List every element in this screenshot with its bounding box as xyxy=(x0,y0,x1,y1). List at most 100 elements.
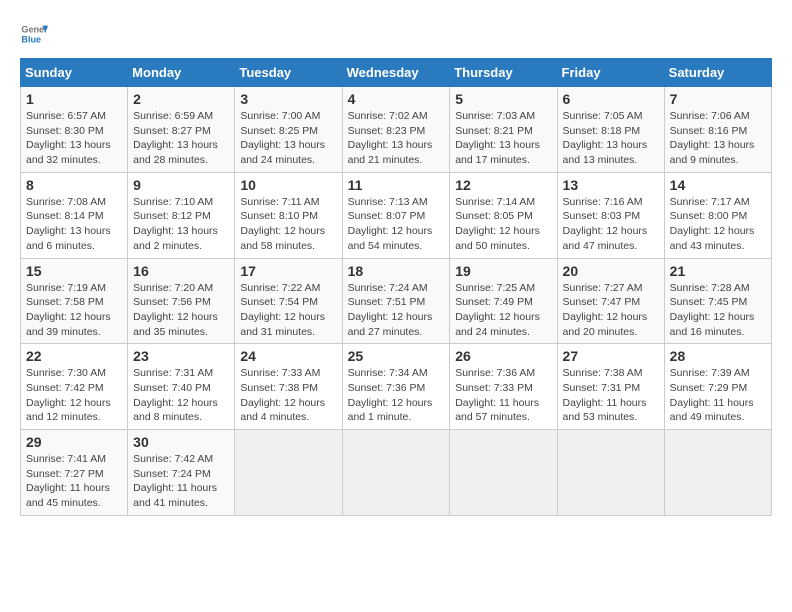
calendar-day-cell: 2Sunrise: 6:59 AMSunset: 8:27 PMDaylight… xyxy=(128,87,235,173)
day-info: Sunrise: 7:33 AMSunset: 7:38 PMDaylight:… xyxy=(240,366,336,425)
calendar-day-cell: 24 Sunrise: 7:33 AMSunset: 7:38 PMDayligh… xyxy=(235,344,342,430)
day-number: 3 xyxy=(240,91,336,107)
calendar-day-cell: 13 Sunrise: 7:16 AMSunset: 8:03 PMDayligh… xyxy=(557,172,664,258)
day-info: Sunrise: 7:41 AMSunset: 7:27 PMDaylight:… xyxy=(26,452,122,511)
calendar-table: SundayMondayTuesdayWednesdayThursdayFrid… xyxy=(20,58,772,516)
day-number: 22 xyxy=(26,348,122,364)
day-of-week-header: Sunday xyxy=(21,59,128,87)
calendar-day-cell: 27 Sunrise: 7:38 AMSunset: 7:31 PMDayligh… xyxy=(557,344,664,430)
day-number: 2 xyxy=(133,91,229,107)
day-number: 18 xyxy=(348,263,445,279)
day-of-week-header: Wednesday xyxy=(342,59,450,87)
calendar-week-row: 22 Sunrise: 7:30 AMSunset: 7:42 PMDayligh… xyxy=(21,344,772,430)
calendar-day-cell: 10 Sunrise: 7:11 AMSunset: 8:10 PMDayligh… xyxy=(235,172,342,258)
day-info: Sunrise: 7:30 AMSunset: 7:42 PMDaylight:… xyxy=(26,366,122,425)
calendar-day-cell: 14 Sunrise: 7:17 AMSunset: 8:00 PMDayligh… xyxy=(664,172,771,258)
day-info: Sunrise: 7:13 AMSunset: 8:07 PMDaylight:… xyxy=(348,195,445,254)
day-number: 21 xyxy=(670,263,766,279)
day-number: 6 xyxy=(563,91,659,107)
day-info: Sunrise: 7:19 AMSunset: 7:58 PMDaylight:… xyxy=(26,281,122,340)
day-of-week-header: Thursday xyxy=(450,59,557,87)
day-number: 4 xyxy=(348,91,445,107)
calendar-day-cell xyxy=(557,430,664,516)
calendar-day-cell: 1Sunrise: 6:57 AMSunset: 8:30 PMDaylight… xyxy=(21,87,128,173)
day-number: 29 xyxy=(26,434,122,450)
day-number: 14 xyxy=(670,177,766,193)
day-info: Sunrise: 7:20 AMSunset: 7:56 PMDaylight:… xyxy=(133,281,229,340)
calendar-day-cell: 29 Sunrise: 7:41 AMSunset: 7:27 PMDayligh… xyxy=(21,430,128,516)
calendar-day-cell xyxy=(342,430,450,516)
calendar-day-cell: 6 Sunrise: 7:05 AMSunset: 8:18 PMDaylight… xyxy=(557,87,664,173)
day-info: Sunrise: 7:06 AMSunset: 8:16 PMDaylight:… xyxy=(670,109,766,168)
day-of-week-header: Friday xyxy=(557,59,664,87)
calendar-day-cell: 11 Sunrise: 7:13 AMSunset: 8:07 PMDayligh… xyxy=(342,172,450,258)
day-info: Sunrise: 7:16 AMSunset: 8:03 PMDaylight:… xyxy=(563,195,659,254)
calendar-week-row: 29 Sunrise: 7:41 AMSunset: 7:27 PMDayligh… xyxy=(21,430,772,516)
calendar-day-cell: 26 Sunrise: 7:36 AMSunset: 7:33 PMDayligh… xyxy=(450,344,557,430)
day-info: Sunrise: 7:34 AMSunset: 7:36 PMDaylight:… xyxy=(348,366,445,425)
calendar-week-row: 8Sunrise: 7:08 AMSunset: 8:14 PMDaylight… xyxy=(21,172,772,258)
day-of-week-header: Saturday xyxy=(664,59,771,87)
calendar-day-cell xyxy=(450,430,557,516)
calendar-day-cell: 16 Sunrise: 7:20 AMSunset: 7:56 PMDayligh… xyxy=(128,258,235,344)
calendar-week-row: 15 Sunrise: 7:19 AMSunset: 7:58 PMDayligh… xyxy=(21,258,772,344)
day-number: 16 xyxy=(133,263,229,279)
page-header: General Blue xyxy=(20,20,772,48)
day-info: Sunrise: 7:25 AMSunset: 7:49 PMDaylight:… xyxy=(455,281,551,340)
day-info: Sunrise: 7:22 AMSunset: 7:54 PMDaylight:… xyxy=(240,281,336,340)
day-info: Sunrise: 7:36 AMSunset: 7:33 PMDaylight:… xyxy=(455,366,551,425)
calendar-week-row: 1Sunrise: 6:57 AMSunset: 8:30 PMDaylight… xyxy=(21,87,772,173)
day-number: 24 xyxy=(240,348,336,364)
day-number: 17 xyxy=(240,263,336,279)
day-number: 30 xyxy=(133,434,229,450)
day-info: Sunrise: 7:05 AMSunset: 8:18 PMDaylight:… xyxy=(563,109,659,168)
calendar-day-cell: 28Sunrise: 7:39 AMSunset: 7:29 PMDayligh… xyxy=(664,344,771,430)
calendar-day-cell: 3Sunrise: 7:00 AMSunset: 8:25 PMDaylight… xyxy=(235,87,342,173)
day-info: Sunrise: 7:11 AMSunset: 8:10 PMDaylight:… xyxy=(240,195,336,254)
day-number: 1 xyxy=(26,91,122,107)
day-number: 7 xyxy=(670,91,766,107)
day-number: 9 xyxy=(133,177,229,193)
day-info: Sunrise: 7:31 AMSunset: 7:40 PMDaylight:… xyxy=(133,366,229,425)
day-number: 10 xyxy=(240,177,336,193)
calendar-day-cell: 12 Sunrise: 7:14 AMSunset: 8:05 PMDayligh… xyxy=(450,172,557,258)
day-number: 23 xyxy=(133,348,229,364)
day-info: Sunrise: 7:14 AMSunset: 8:05 PMDaylight:… xyxy=(455,195,551,254)
day-of-week-header: Monday xyxy=(128,59,235,87)
calendar-day-cell: 19 Sunrise: 7:25 AMSunset: 7:49 PMDayligh… xyxy=(450,258,557,344)
day-info: Sunrise: 7:03 AMSunset: 8:21 PMDaylight:… xyxy=(455,109,551,168)
day-info: Sunrise: 7:24 AMSunset: 7:51 PMDaylight:… xyxy=(348,281,445,340)
day-number: 5 xyxy=(455,91,551,107)
day-number: 20 xyxy=(563,263,659,279)
day-info: Sunrise: 7:10 AMSunset: 8:12 PMDaylight:… xyxy=(133,195,229,254)
day-number: 11 xyxy=(348,177,445,193)
calendar-day-cell: 18 Sunrise: 7:24 AMSunset: 7:51 PMDayligh… xyxy=(342,258,450,344)
day-number: 26 xyxy=(455,348,551,364)
day-number: 19 xyxy=(455,263,551,279)
calendar-day-cell xyxy=(664,430,771,516)
day-number: 15 xyxy=(26,263,122,279)
day-of-week-header: Tuesday xyxy=(235,59,342,87)
day-info: Sunrise: 7:39 AMSunset: 7:29 PMDaylight:… xyxy=(670,366,766,425)
calendar-day-cell: 4 Sunrise: 7:02 AMSunset: 8:23 PMDaylight… xyxy=(342,87,450,173)
day-number: 25 xyxy=(348,348,445,364)
calendar-day-cell: 15 Sunrise: 7:19 AMSunset: 7:58 PMDayligh… xyxy=(21,258,128,344)
day-info: Sunrise: 7:28 AMSunset: 7:45 PMDaylight:… xyxy=(670,281,766,340)
day-number: 13 xyxy=(563,177,659,193)
calendar-day-cell: 22 Sunrise: 7:30 AMSunset: 7:42 PMDayligh… xyxy=(21,344,128,430)
day-number: 27 xyxy=(563,348,659,364)
calendar-day-cell: 23 Sunrise: 7:31 AMSunset: 7:40 PMDayligh… xyxy=(128,344,235,430)
calendar-day-cell: 21 Sunrise: 7:28 AMSunset: 7:45 PMDayligh… xyxy=(664,258,771,344)
day-number: 8 xyxy=(26,177,122,193)
day-info: Sunrise: 7:38 AMSunset: 7:31 PMDaylight:… xyxy=(563,366,659,425)
day-info: Sunrise: 7:02 AMSunset: 8:23 PMDaylight:… xyxy=(348,109,445,168)
svg-text:Blue: Blue xyxy=(21,34,41,44)
calendar-day-cell: 7 Sunrise: 7:06 AMSunset: 8:16 PMDaylight… xyxy=(664,87,771,173)
day-info: Sunrise: 7:42 AMSunset: 7:24 PMDaylight:… xyxy=(133,452,229,511)
day-number: 12 xyxy=(455,177,551,193)
calendar-day-cell: 25 Sunrise: 7:34 AMSunset: 7:36 PMDayligh… xyxy=(342,344,450,430)
day-info: Sunrise: 7:17 AMSunset: 8:00 PMDaylight:… xyxy=(670,195,766,254)
calendar-day-cell: 20Sunrise: 7:27 AMSunset: 7:47 PMDayligh… xyxy=(557,258,664,344)
logo: General Blue xyxy=(20,20,48,48)
logo-icon: General Blue xyxy=(20,20,48,48)
